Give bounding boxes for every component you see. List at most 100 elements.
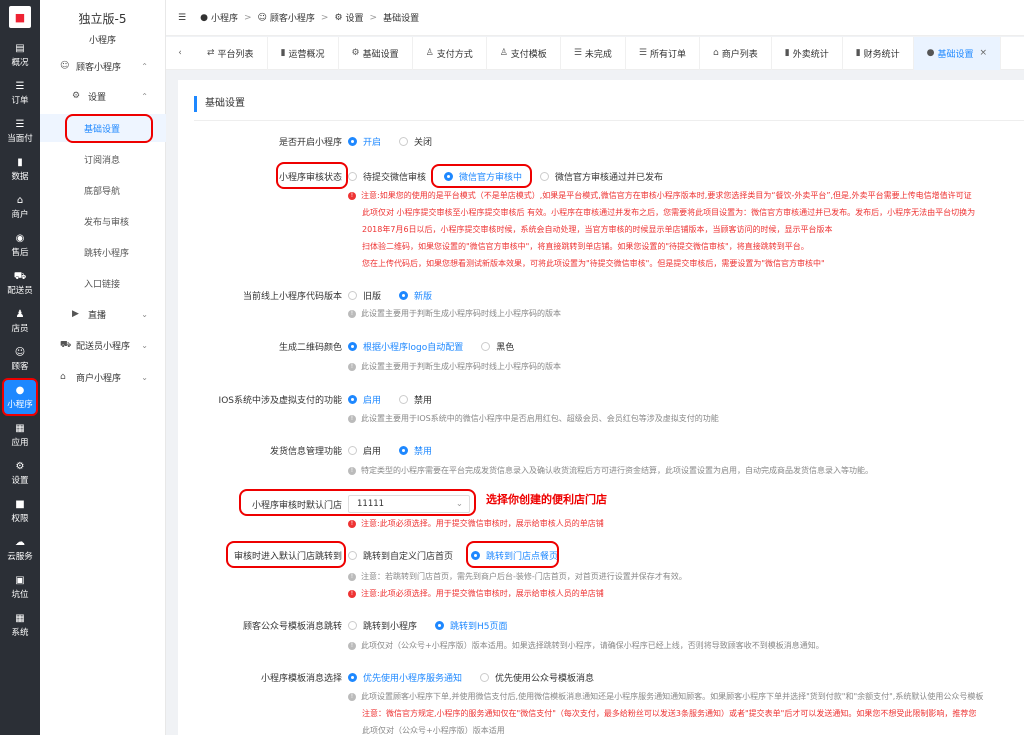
rail-item-label: 数据 (11, 171, 29, 182)
user-icon: ♙ (499, 48, 508, 58)
option-label: 待提交微信审核 (363, 172, 427, 183)
tab-all-orders[interactable]: ☰ 所有订单 (626, 36, 700, 70)
breadcrumb-separator: > (369, 12, 378, 23)
bar-chart-icon: ▮ (784, 48, 790, 58)
group-live[interactable]: ▶ 直播 ⌄ (40, 302, 166, 326)
rail-icon: ■ (15, 498, 25, 510)
tab-label: 外卖统计 (792, 49, 829, 60)
radio-qr-black[interactable]: 黑色 (481, 340, 514, 353)
tab-label: 支付方式 (436, 49, 473, 60)
note-text: 注意:此项必须选择。用于提交微信审核时，展示给审核人员的单店铺 (361, 589, 604, 598)
radio-enable-on[interactable]: 开启 (348, 135, 381, 148)
rail-item[interactable]: ▮ 数据 (0, 150, 40, 188)
radio-pending-review[interactable]: 待提交微信审核 (348, 170, 426, 183)
rail-item[interactable]: ▤ 概况 (0, 36, 40, 74)
note-jump-2: ! 注意:此项必须选择。用于提交微信审核时，展示给审核人员的单店铺 (348, 585, 604, 602)
group-merchant-miniapp[interactable]: ⌂ 商户小程序 ⌄ (40, 365, 166, 389)
radio-icon (348, 445, 357, 455)
note-text: 注意:如果您的使用的是平台模式（不是单店模式）,如果是平台模式,微信官方在审核小… (361, 191, 972, 200)
radio-jump-miniapp[interactable]: 跳转到小程序 (348, 619, 417, 632)
group-courier-miniapp[interactable]: ⛟ 配送员小程序 ⌄ (40, 333, 166, 357)
group-customer-miniapp[interactable]: ☺ 顾客小程序 ⌃ (40, 54, 166, 78)
breadcrumb-item[interactable]: 小程序 (211, 11, 238, 24)
radio-prefer-oa-template[interactable]: 优先使用公众号模板消息 (480, 671, 594, 684)
option-label: 禁用 (414, 446, 433, 457)
rail-icon: ⛟ (13, 270, 27, 282)
radio-icon (540, 171, 550, 181)
rail-item-label: 商户 (11, 209, 29, 220)
rail-item-label: 售后 (11, 247, 29, 258)
group-settings[interactable]: ⚙ 设置 ⌃ (40, 84, 166, 108)
radio-icon (399, 394, 409, 404)
tab-finance-stats[interactable]: ▮ 财务统计 (843, 36, 914, 70)
rail-item[interactable]: ▦ 系统 (0, 606, 40, 644)
menu-collapse-icon[interactable]: ☰ (178, 13, 186, 23)
sidebar-item-publish-review[interactable]: 发布与审核 (40, 207, 166, 235)
tab-payment-methods[interactable]: ♙ 支付方式 (413, 36, 487, 70)
rail-item[interactable]: ▣ 坑位 (0, 568, 40, 606)
radio-approved-published[interactable]: 微信官方审核通过并已发布 (540, 170, 663, 183)
radio-icon (435, 620, 445, 630)
rail-item[interactable]: ▦ 应用 (0, 416, 40, 454)
field-label: 顾客公众号模板消息跳转 (242, 621, 342, 632)
rail-item[interactable]: ⌂ 商户 (0, 188, 40, 226)
option-label: 关闭 (414, 137, 433, 148)
breadcrumb: ☰ ● 小程序 > ☺ 顾客小程序 > ⚙ 设置 > 基础设置 (166, 0, 1024, 36)
tab-platform-list[interactable]: ⇄ 平台列表 (194, 36, 268, 70)
rail-item[interactable]: ♟ 店员 (0, 302, 40, 340)
tab-takeout-stats[interactable]: ▮ 外卖统计 (772, 36, 843, 70)
radio-jump-custom-home[interactable]: 跳转到自定义门店首页 (348, 549, 453, 562)
radio-ios-enable[interactable]: 启用 (348, 393, 381, 406)
radio-enable-off[interactable]: 关闭 (399, 135, 432, 148)
sidebar-item-jump-miniapp[interactable]: 跳转小程序 (40, 238, 166, 266)
rail-item[interactable]: ☰ 订单 (0, 74, 40, 112)
breadcrumb-item[interactable]: 设置 (346, 11, 364, 24)
rail-icon: ☰ (15, 118, 25, 130)
radio-shipping-enable[interactable]: 启用 (348, 444, 381, 457)
tab-basic-settings[interactable]: ⚙ 基础设置 (339, 36, 413, 70)
wechat-icon: ● (926, 48, 935, 58)
rail-item[interactable]: ⛟ 配送员 (0, 264, 40, 302)
rail-item[interactable]: ☰ 当面付 (0, 112, 40, 150)
option-label: 开启 (363, 137, 382, 148)
rail-item[interactable]: ☁ 云服务 (0, 530, 40, 568)
note-review-5: 您在上传代码后，如果您想看测试新版本效果，可将此项设置为"待提交微信审核"。但是… (362, 259, 825, 268)
radio-qr-auto[interactable]: 根据小程序logo自动配置 (348, 340, 463, 353)
tab-label: 支付模板 (510, 49, 547, 60)
tab-incomplete[interactable]: ☰ 未完成 (561, 36, 626, 70)
note-review-4: 扫体验二维码，如果您设置的"微信官方审核中"，将直接跳转到单店铺。如果您设置的"… (362, 242, 809, 251)
note-text: 此项设置顾客小程序下单,并使用微信支付后,使用微信模板消息通知还是小程序服务通知… (361, 692, 984, 701)
sidebar-item-entry-link[interactable]: 入口链接 (40, 269, 166, 297)
rail-item[interactable]: ● 小程序 (2, 378, 38, 416)
group-label: 商户小程序 (76, 373, 122, 384)
rail-item[interactable]: ■ 权限 (0, 492, 40, 530)
rail-item-label: 设置 (11, 475, 29, 486)
radio-old-version[interactable]: 旧版 (348, 289, 381, 302)
breadcrumb-item[interactable]: 顾客小程序 (270, 11, 315, 24)
radio-shipping-disable[interactable]: 禁用 (399, 444, 432, 457)
tab-basic-settings-active[interactable]: ● 基础设置 × (913, 36, 1002, 70)
radio-jump-h5[interactable]: 跳转到H5页面 (435, 619, 508, 632)
close-icon[interactable]: × (980, 48, 988, 58)
radio-new-version[interactable]: 新版 (399, 289, 432, 302)
sidebar-item-subscribe-msg[interactable]: 订阅消息 (40, 145, 166, 173)
rail-item-label: 权限 (11, 513, 29, 524)
list-icon: ☰ (573, 48, 582, 58)
sidebar-item-bottom-nav[interactable]: 底部导航 (40, 176, 166, 204)
radio-prefer-service-notice[interactable]: 优先使用小程序服务通知 (348, 671, 462, 684)
rail-item[interactable]: ☺ 顾客 (0, 340, 40, 378)
option-label: 启用 (363, 395, 382, 406)
rail-icon: ▮ (17, 156, 23, 168)
tab-merchant-list[interactable]: ⌂ 商户列表 (700, 36, 772, 70)
chevron-left-icon[interactable]: ‹ (166, 48, 194, 58)
note-template-choice-1: ! 此项设置顾客小程序下单,并使用微信支付后,使用微信模板消息通知还是小程序服务通… (348, 688, 983, 705)
alert-icon: ! (348, 519, 356, 528)
rail-item[interactable]: ◉ 售后 (0, 226, 40, 264)
rail-icon: ☁ (15, 536, 25, 548)
tab-ops-overview[interactable]: ▮ 运营概况 (268, 36, 339, 70)
breadcrumb-item: 基础设置 (383, 14, 420, 24)
rail-item[interactable]: ⚙ 设置 (0, 454, 40, 492)
radio-ios-disable[interactable]: 禁用 (399, 393, 432, 406)
rail-icon: ◉ (15, 232, 25, 244)
tab-payment-template[interactable]: ♙ 支付模板 (487, 36, 561, 70)
